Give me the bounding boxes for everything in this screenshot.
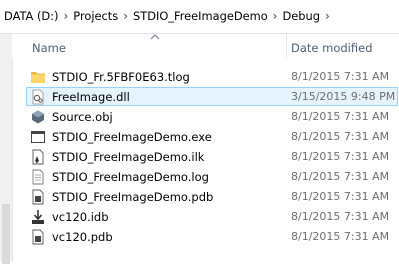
column-name[interactable]: Name — [32, 41, 66, 55]
file-date: 8/1/2015 7:31 AM — [291, 170, 390, 183]
file-date: 8/1/2015 7:31 AM — [291, 190, 390, 203]
file-date: 8/1/2015 7:31 AM — [291, 130, 390, 143]
navigation-scrollbar-thumb[interactable] — [2, 204, 10, 264]
list-item[interactable]: vc120.pdb 8/1/2015 7:31 AM — [12, 227, 399, 247]
breadcrumb-projects[interactable]: Projects — [72, 9, 119, 23]
file-date: 8/1/2015 7:31 AM — [291, 230, 390, 243]
breadcrumb-drive[interactable]: DATA (D:) — [3, 9, 59, 23]
list-item[interactable]: STDIO_FreeImageDemo.ilk 8/1/2015 7:31 AM — [12, 147, 399, 167]
file-name: vc120.pdb — [52, 230, 113, 244]
column-header: Name Date modified — [12, 34, 399, 58]
list-item[interactable]: vc120.idb 8/1/2015 7:31 AM — [12, 207, 399, 227]
file-date: 8/1/2015 7:31 AM — [291, 210, 390, 223]
list-item[interactable]: STDIO_FreeImageDemo.pdb 8/1/2015 7:31 AM — [12, 187, 399, 207]
pdb-file-icon — [32, 189, 44, 205]
file-list: STDIO_Fr.5FBF0E63.tlog 8/1/2015 7:31 AM … — [12, 67, 399, 247]
file-name: FreeImage.dll — [52, 90, 130, 104]
file-name: vc120.idb — [52, 210, 109, 224]
breadcrumb-separator-icon[interactable]: › — [321, 10, 334, 22]
dll-file-icon — [32, 89, 44, 105]
idb-file-icon — [32, 210, 44, 224]
file-date: 3/15/2015 9:48 PM — [291, 90, 396, 103]
file-name: STDIO_FreeImageDemo.pdb — [52, 190, 214, 204]
column-date-modified[interactable]: Date modified — [291, 41, 373, 55]
list-item[interactable]: STDIO_FreeImageDemo.log 8/1/2015 7:31 AM — [12, 167, 399, 187]
file-date: 8/1/2015 7:31 AM — [291, 110, 390, 123]
breadcrumb-separator-icon[interactable]: › — [59, 10, 72, 22]
breadcrumb-debug[interactable]: Debug — [281, 9, 320, 23]
breadcrumb-project-folder[interactable]: STDIO_FreeImageDemo — [132, 9, 269, 23]
file-date: 8/1/2015 7:31 AM — [291, 70, 390, 83]
breadcrumb-separator-icon[interactable]: › — [119, 10, 132, 22]
sort-ascending-icon — [150, 34, 160, 40]
file-date: 8/1/2015 7:31 AM — [291, 150, 390, 163]
file-name: STDIO_FreeImageDemo.exe — [52, 130, 212, 144]
ilk-file-icon — [32, 149, 44, 165]
pdb-file-icon — [32, 229, 44, 245]
list-item[interactable]: STDIO_Fr.5FBF0E63.tlog 8/1/2015 7:31 AM — [12, 67, 399, 87]
address-bar[interactable]: DATA (D:) › Projects › STDIO_FreeImageDe… — [0, 0, 399, 34]
file-name: STDIO_FreeImageDemo.log — [52, 170, 209, 184]
file-name: STDIO_Fr.5FBF0E63.tlog — [52, 70, 190, 84]
exe-file-icon — [31, 131, 45, 143]
text-file-icon — [32, 169, 44, 185]
obj-file-icon — [32, 110, 44, 124]
column-divider[interactable] — [286, 34, 287, 58]
breadcrumb: DATA (D:) › Projects › STDIO_FreeImageDe… — [3, 5, 399, 27]
breadcrumb-separator-icon[interactable]: › — [269, 10, 282, 22]
file-name: Source.obj — [52, 110, 113, 124]
folder-icon — [31, 72, 45, 83]
list-item[interactable]: FreeImage.dll 3/15/2015 9:48 PM — [12, 87, 399, 107]
list-item[interactable]: STDIO_FreeImageDemo.exe 8/1/2015 7:31 AM — [12, 127, 399, 147]
file-name: STDIO_FreeImageDemo.ilk — [52, 150, 205, 164]
list-item[interactable]: Source.obj 8/1/2015 7:31 AM — [12, 107, 399, 127]
